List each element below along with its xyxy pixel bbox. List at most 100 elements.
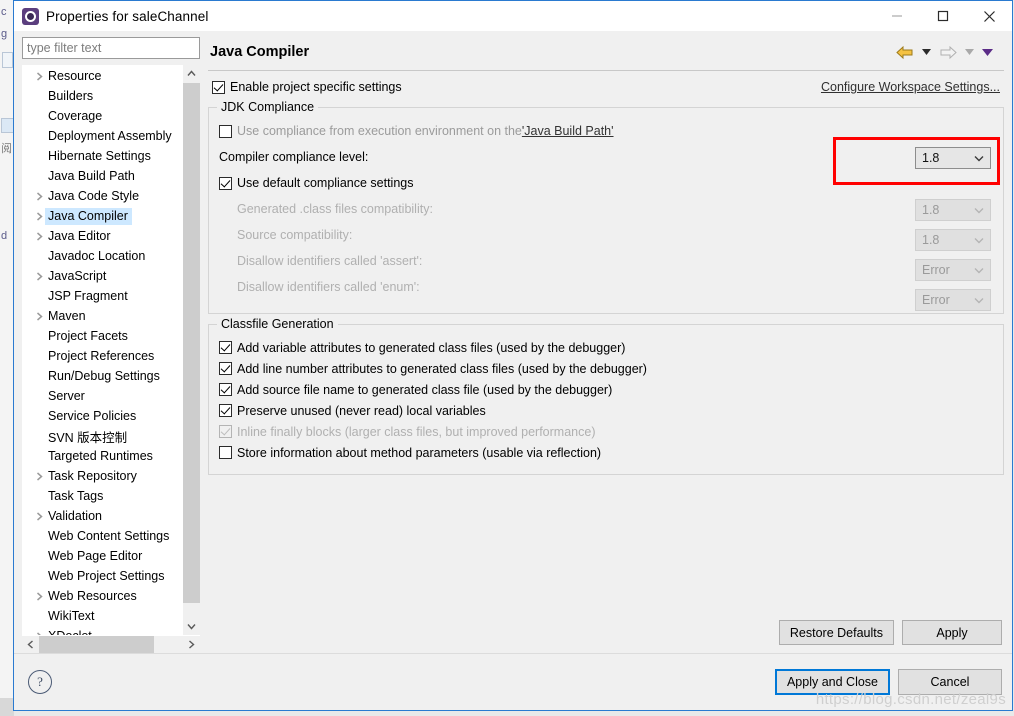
view-menu-chevron-down-icon[interactable] xyxy=(979,48,996,56)
sidebar-item-svn[interactable]: SVN 版本控制 xyxy=(22,426,182,446)
sidebar-item-web-resources[interactable]: Web Resources xyxy=(22,586,182,606)
page-header: Java Compiler xyxy=(208,37,1004,67)
sidebar-item-label: WikiText xyxy=(48,609,95,623)
sidebar-item-web-project-settings[interactable]: Web Project Settings xyxy=(22,566,182,586)
sidebar-item-resource[interactable]: Resource xyxy=(22,66,182,86)
classfile-option-label: Add source file name to generated class … xyxy=(237,382,613,397)
scroll-right-button[interactable] xyxy=(183,636,200,653)
apply-and-close-button[interactable]: Apply and Close xyxy=(774,669,890,695)
classfile-option-row: Preserve unused (never read) local varia… xyxy=(219,401,993,420)
sidebar-item-label: Project Facets xyxy=(48,329,128,343)
tree-scroll-thumb[interactable] xyxy=(183,83,200,603)
scroll-up-button[interactable] xyxy=(183,65,200,82)
sidebar-item-coverage[interactable]: Coverage xyxy=(22,106,182,126)
sidebar-item-wikitext[interactable]: WikiText xyxy=(22,606,182,626)
sidebar-item-project-references[interactable]: Project References xyxy=(22,346,182,366)
expand-chevron-right-icon[interactable] xyxy=(32,191,46,201)
sidebar-item-label: Javadoc Location xyxy=(48,249,146,263)
expand-chevron-right-icon[interactable] xyxy=(32,271,46,281)
forward-arrow-icon[interactable] xyxy=(936,45,960,60)
settings-navigation: Resource Builders Coverage Deployment Assem… xyxy=(22,37,200,653)
maximize-button[interactable] xyxy=(920,1,966,31)
back-arrow-icon[interactable] xyxy=(893,45,917,60)
sidebar-item-builders[interactable]: Builders xyxy=(22,86,182,106)
expand-chevron-right-icon[interactable] xyxy=(32,631,46,635)
page-title: Java Compiler xyxy=(210,44,310,60)
jdk-compliance-title: JDK Compliance xyxy=(217,100,319,114)
restore-defaults-button[interactable]: Restore Defaults xyxy=(778,620,894,645)
classfile-option-checkbox[interactable] xyxy=(219,341,232,354)
sidebar-item-hibernate-settings[interactable]: Hibernate Settings xyxy=(22,146,182,166)
source-compat-value: 1.8 xyxy=(922,233,940,247)
sidebar-item-jsp-fragment[interactable]: JSP Fragment xyxy=(22,286,182,306)
sidebar-item-task-tags[interactable]: Task Tags xyxy=(22,486,182,506)
expand-chevron-right-icon[interactable] xyxy=(32,591,46,601)
sidebar-item-label: Resource xyxy=(48,69,102,83)
classfile-option-checkbox[interactable] xyxy=(219,383,232,396)
sidebar-item-java-compiler[interactable]: Java Compiler xyxy=(22,206,182,226)
expand-chevron-right-icon[interactable] xyxy=(32,311,46,321)
sidebar-item-xdoclet[interactable]: XDoclet xyxy=(22,626,182,635)
cancel-button[interactable]: Cancel xyxy=(898,669,1002,695)
sidebar-item-maven[interactable]: Maven xyxy=(22,306,182,326)
use-default-compliance-checkbox[interactable] xyxy=(219,176,232,190)
expand-chevron-right-icon[interactable] xyxy=(32,211,46,221)
sidebar-item-web-page-editor[interactable]: Web Page Editor xyxy=(22,546,182,566)
expand-chevron-right-icon[interactable] xyxy=(32,471,46,481)
sidebar-item-label: Maven xyxy=(48,309,86,323)
sidebar-item-validation[interactable]: Validation xyxy=(22,506,182,526)
sidebar-item-service-policies[interactable]: Service Policies xyxy=(22,406,182,426)
sidebar-item-targeted-runtimes[interactable]: Targeted Runtimes xyxy=(22,446,182,466)
expand-chevron-right-icon[interactable] xyxy=(32,71,46,81)
sidebar-item-label: Web Content Settings xyxy=(48,529,170,543)
sidebar-item-project-facets[interactable]: Project Facets xyxy=(22,326,182,346)
forward-menu-chevron-down-icon[interactable] xyxy=(962,49,977,55)
sidebar-item-label: SVN 版本控制 xyxy=(48,430,128,445)
filter-input[interactable] xyxy=(22,37,200,59)
sidebar-item-javadoc-location[interactable]: Javadoc Location xyxy=(22,246,182,266)
scroll-down-button[interactable] xyxy=(183,618,200,635)
question-mark-icon[interactable]: ? xyxy=(28,670,52,694)
h-scroll-thumb[interactable] xyxy=(39,636,154,653)
sidebar-item-label: Server xyxy=(48,389,85,403)
apply-button[interactable]: Apply xyxy=(902,620,1002,645)
close-button[interactable] xyxy=(966,1,1012,31)
sidebar-item-java-build-path[interactable]: Java Build Path xyxy=(22,166,182,186)
back-menu-chevron-down-icon[interactable] xyxy=(919,49,934,55)
settings-tree: Resource Builders Coverage Deployment Assem… xyxy=(22,65,182,635)
expand-chevron-right-icon[interactable] xyxy=(32,511,46,521)
sidebar-item-web-content-settings[interactable]: Web Content Settings xyxy=(22,526,182,546)
minimize-button[interactable] xyxy=(874,1,920,31)
sidebar-item-javascript[interactable]: JavaScript xyxy=(22,266,182,286)
configure-workspace-settings-link[interactable]: Configure Workspace Settings... xyxy=(821,80,1004,94)
sidebar-item-deployment-assembly[interactable]: Deployment Assembly xyxy=(22,126,182,146)
jdk-compliance-fields: Use compliance from execution environmen… xyxy=(219,121,1000,311)
chevron-down-icon xyxy=(974,148,984,168)
tree-vertical-scrollbar[interactable] xyxy=(182,65,200,635)
dialog-body: Resource Builders Coverage Deployment Assem… xyxy=(14,31,1012,653)
classfile-option-checkbox[interactable] xyxy=(219,362,232,375)
classfile-option-checkbox[interactable] xyxy=(219,446,232,459)
classfile-option-checkbox[interactable] xyxy=(219,404,232,417)
h-scroll-track[interactable] xyxy=(39,636,183,653)
compiler-compliance-level-select[interactable]: 1.8 xyxy=(915,147,991,169)
sidebar-item-label: Run/Debug Settings xyxy=(48,369,160,383)
sidebar-item-run-debug-settings[interactable]: Run/Debug Settings xyxy=(22,366,182,386)
source-compat-label: Source compatibility: xyxy=(237,228,353,242)
tree-horizontal-scrollbar[interactable] xyxy=(22,635,200,653)
sidebar-item-java-editor[interactable]: Java Editor xyxy=(22,226,182,246)
sidebar-item-label: Project References xyxy=(48,349,155,363)
background-window-strip: c g 阅 d xyxy=(0,0,14,716)
jdk-compliance-group: JDK Compliance Use compliance from execu… xyxy=(208,100,1004,314)
sidebar-item-label: Web Resources xyxy=(48,589,137,603)
use-execution-environment-checkbox[interactable] xyxy=(219,124,232,138)
disallow-enum-label: Disallow identifiers called 'enum': xyxy=(237,280,420,294)
enable-project-specific-checkbox[interactable] xyxy=(212,80,225,94)
expand-chevron-right-icon[interactable] xyxy=(32,231,46,241)
java-build-path-link[interactable]: 'Java Build Path' xyxy=(522,124,614,138)
sidebar-item-server[interactable]: Server xyxy=(22,386,182,406)
sidebar-item-task-repository[interactable]: Task Repository xyxy=(22,466,182,486)
scroll-left-button[interactable] xyxy=(22,636,39,653)
sidebar-item-java-code-style[interactable]: Java Code Style xyxy=(22,186,182,206)
sidebar-item-label: Java Build Path xyxy=(48,169,135,183)
